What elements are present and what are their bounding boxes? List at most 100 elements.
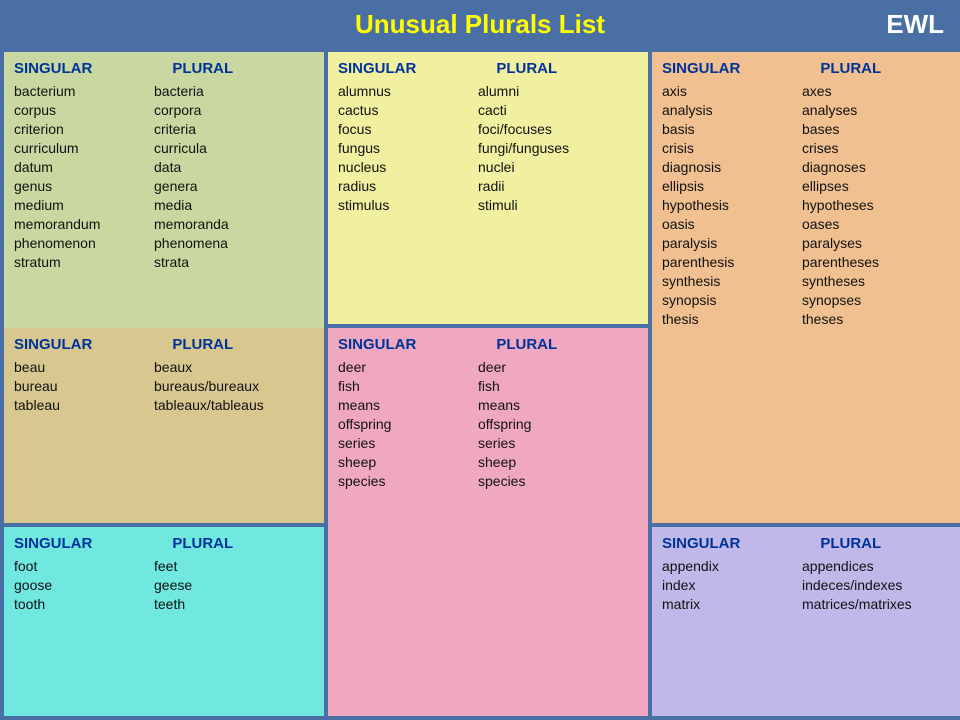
singular-word: tableau [14,397,154,413]
section-french: SINGULARPLURALbeaubeauxbureaubureaus/bur… [4,328,324,524]
plural-word: stimuli [478,197,518,213]
plural-word: cacti [478,102,507,118]
plural-word: alumni [478,83,519,99]
word-row: memorandummemoranda [14,216,314,232]
word-row: tableautableaux/tableaus [14,397,314,413]
plural-word: genera [154,178,198,194]
word-row: datumdata [14,159,314,175]
singular-word: ellipsis [662,178,802,194]
plural-word: synopses [802,292,861,308]
singular-word: offspring [338,416,478,432]
section-latin-us: SINGULARPLURALalumnusalumnicactuscactifo… [328,52,648,324]
plural-word: curricula [154,140,207,156]
plural-word: strata [154,254,189,270]
singular-word: crisis [662,140,802,156]
singular-word: genus [14,178,154,194]
word-row: synthesissyntheses [662,273,960,289]
plural-word: hypotheses [802,197,874,213]
singular-word: parenthesis [662,254,802,270]
section-irregular: SINGULARPLURALfootfeetgoosegeesetoothtee… [4,527,324,716]
singular-word: thesis [662,311,802,327]
plural-word: phenomena [154,235,228,251]
plural-word: axes [802,83,832,99]
word-row: genusgenera [14,178,314,194]
singular-word: nucleus [338,159,478,175]
singular-word: focus [338,121,478,137]
plural-label-french: PLURAL [172,336,233,353]
word-row: fungusfungi/funguses [338,140,638,156]
word-row: stimulusstimuli [338,197,638,213]
plural-word: criteria [154,121,196,137]
section-header-french: SINGULAR PLURAL [14,336,314,353]
plural-word: matrices/matrixes [802,596,912,612]
singular-label-french: SINGULAR [14,336,92,353]
section-same-form: SINGULARPLURALdeerdeerfishfishmeansmeans… [328,328,648,716]
singular-word: oasis [662,216,802,232]
plural-word: appendices [802,558,874,574]
word-row: radiusradii [338,178,638,194]
plural-word: tableaux/tableaus [154,397,264,413]
plural-word: media [154,197,192,213]
plural-label-same-form: PLURAL [496,336,557,353]
singular-word: diagnosis [662,159,802,175]
singular-word: medium [14,197,154,213]
word-row: mediummedia [14,197,314,213]
plural-word: paralyses [802,235,862,251]
plural-word: feet [154,558,177,574]
plural-word: geese [154,577,192,593]
word-row: phenomenonphenomena [14,235,314,251]
word-row: axisaxes [662,83,960,99]
singular-word: appendix [662,558,802,574]
plural-word: indeces/indexes [802,577,902,593]
singular-word: fish [338,378,478,394]
singular-word: radius [338,178,478,194]
singular-word: curriculum [14,140,154,156]
plural-label-latin-us: PLURAL [496,60,557,77]
word-row: corpuscorpora [14,102,314,118]
plural-word: species [478,473,525,489]
singular-word: species [338,473,478,489]
singular-word: axis [662,83,802,99]
singular-word: cactus [338,102,478,118]
plural-word: series [478,435,515,451]
singular-word: index [662,577,802,593]
plural-word: fungi/funguses [478,140,569,156]
singular-word: series [338,435,478,451]
word-row: basisbases [662,121,960,137]
word-row: indexindeces/indexes [662,577,960,593]
word-row: meansmeans [338,397,638,413]
singular-word: synopsis [662,292,802,308]
singular-word: sheep [338,454,478,470]
word-row: goosegeese [14,577,314,593]
singular-word: corpus [14,102,154,118]
singular-word: analysis [662,102,802,118]
plural-word: bases [802,121,839,137]
singular-word: paralysis [662,235,802,251]
plural-label-irregular: PLURAL [172,535,233,552]
plural-label-latin-ix: PLURAL [820,535,881,552]
singular-word: datum [14,159,154,175]
plural-word: ellipses [802,178,849,194]
plural-word: foci/focuses [478,121,552,137]
word-row: footfeet [14,558,314,574]
plural-word: memoranda [154,216,229,232]
plural-word: parentheses [802,254,879,270]
singular-word: hypothesis [662,197,802,213]
singular-word: goose [14,577,154,593]
singular-word: foot [14,558,154,574]
singular-label-latin-ix: SINGULAR [662,535,740,552]
word-row: fishfish [338,378,638,394]
word-row: bureaubureaus/bureaux [14,378,314,394]
word-row: ellipsisellipses [662,178,960,194]
plural-word: means [478,397,520,413]
word-row: bacteriumbacteria [14,83,314,99]
section-latin-ix: SINGULARPLURALappendixappendicesindexind… [652,527,960,716]
section-greek-is: SINGULARPLURALaxisaxesanalysisanalysesba… [652,52,960,523]
plural-word: offspring [478,416,531,432]
plural-word: beaux [154,359,192,375]
singular-word: deer [338,359,478,375]
plural-word: radii [478,178,504,194]
plural-word: corpora [154,102,201,118]
word-row: offspringoffspring [338,416,638,432]
plural-word: sheep [478,454,516,470]
